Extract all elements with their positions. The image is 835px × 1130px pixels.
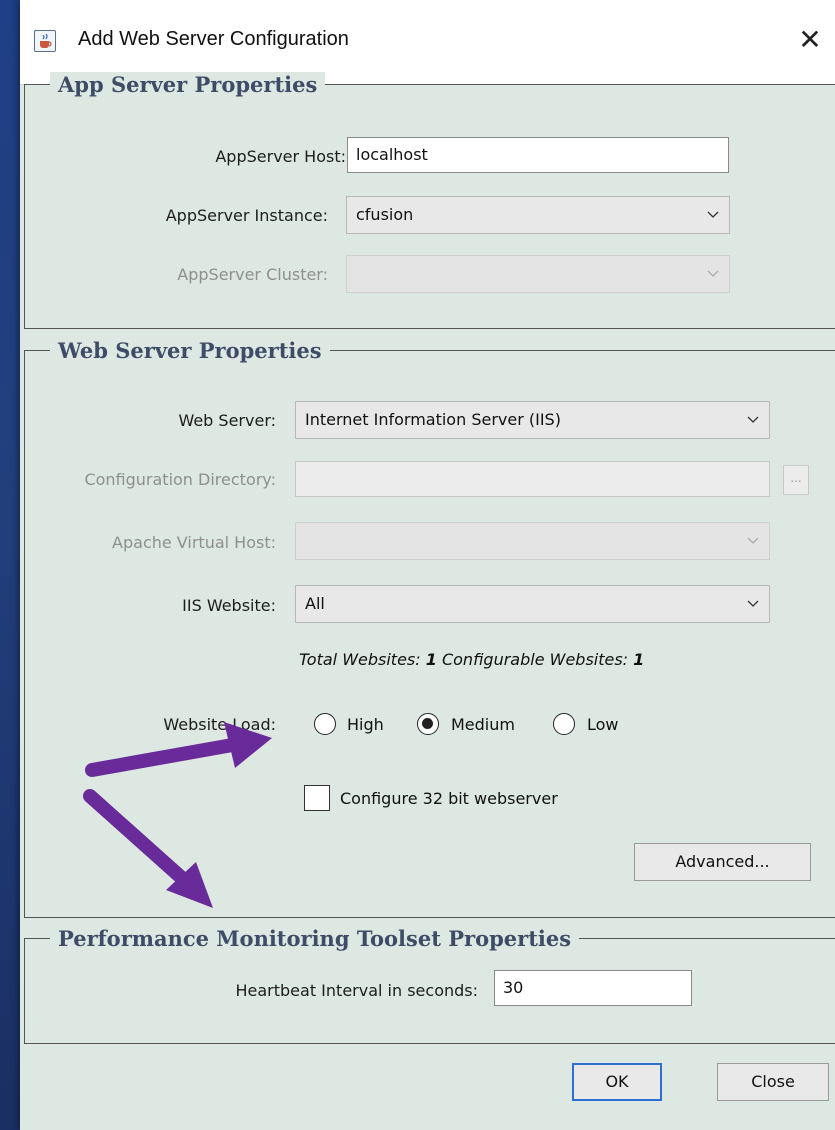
- close-icon[interactable]: ✕: [792, 22, 828, 58]
- ok-button[interactable]: OK: [572, 1063, 662, 1101]
- appserver-instance-label: AppServer Instance:: [165, 206, 328, 225]
- appserver-cluster-label: AppServer Cluster:: [177, 265, 328, 284]
- close-button[interactable]: Close: [717, 1063, 829, 1101]
- website-load-label: Website Load:: [163, 715, 276, 734]
- load-low-label: Low: [587, 715, 619, 734]
- web-server-value: Internet Information Server (IIS): [305, 410, 561, 429]
- web-server-label: Web Server:: [178, 411, 276, 430]
- section-title: Performance Monitoring Toolset Propertie…: [50, 926, 580, 952]
- browse-button[interactable]: ...: [783, 465, 809, 495]
- appserver-cluster-select[interactable]: [346, 255, 730, 293]
- heartbeat-interval-input[interactable]: 30: [494, 970, 692, 1006]
- window-title: Add Web Server Configuration: [78, 28, 349, 50]
- configure-32bit-label: Configure 32 bit webserver: [340, 789, 558, 808]
- total-websites-label: Total Websites:: [299, 650, 421, 669]
- section-title: Web Server Properties: [50, 338, 330, 364]
- configurable-websites-value: 1: [633, 650, 645, 669]
- chevron-down-icon: [705, 256, 721, 292]
- chevron-down-icon: [745, 402, 761, 438]
- appserver-instance-value: cfusion: [356, 205, 414, 224]
- section-title: App Server Properties: [50, 72, 326, 98]
- configuration-directory-label: Configuration Directory:: [84, 470, 276, 489]
- configuration-directory-input[interactable]: [295, 461, 770, 497]
- configurable-websites-label: Configurable Websites:: [441, 650, 629, 669]
- apache-virtual-host-label: Apache Virtual Host:: [112, 533, 276, 552]
- appserver-host-label: AppServer Host:: [215, 147, 346, 166]
- iis-website-value: All: [305, 594, 325, 613]
- appserver-instance-select[interactable]: cfusion: [346, 196, 730, 234]
- total-websites-value: 1: [425, 650, 437, 669]
- chevron-down-icon: [705, 197, 721, 233]
- load-low-radio[interactable]: [553, 713, 575, 735]
- app-server-properties-section: App Server Properties AppServer Host: lo…: [20, 72, 835, 329]
- load-high-label: High: [347, 715, 384, 734]
- load-medium-radio[interactable]: [417, 713, 439, 735]
- load-high-radio[interactable]: [314, 713, 336, 735]
- web-server-properties-section: Web Server Properties Web Server: Intern…: [20, 338, 835, 918]
- web-server-select[interactable]: Internet Information Server (IIS): [295, 401, 770, 439]
- iis-website-label: IIS Website:: [182, 596, 276, 615]
- heartbeat-interval-label: Heartbeat Interval in seconds:: [235, 981, 478, 1000]
- website-counts: Total Websites: 1 Configurable Websites:…: [299, 650, 644, 669]
- apache-virtual-host-select[interactable]: [295, 522, 770, 560]
- advanced-button[interactable]: Advanced...: [634, 843, 811, 881]
- chevron-down-icon: [745, 586, 761, 622]
- performance-monitoring-section: Performance Monitoring Toolset Propertie…: [20, 926, 835, 1044]
- appserver-host-input[interactable]: localhost: [347, 137, 729, 173]
- add-web-server-dialog: Add Web Server Configuration ✕ App Serve…: [20, 0, 835, 1130]
- load-medium-label: Medium: [451, 715, 515, 734]
- java-cup-icon: [34, 30, 56, 52]
- configure-32bit-checkbox[interactable]: [304, 785, 330, 811]
- iis-website-select[interactable]: All: [295, 585, 770, 623]
- chevron-down-icon: [745, 523, 761, 559]
